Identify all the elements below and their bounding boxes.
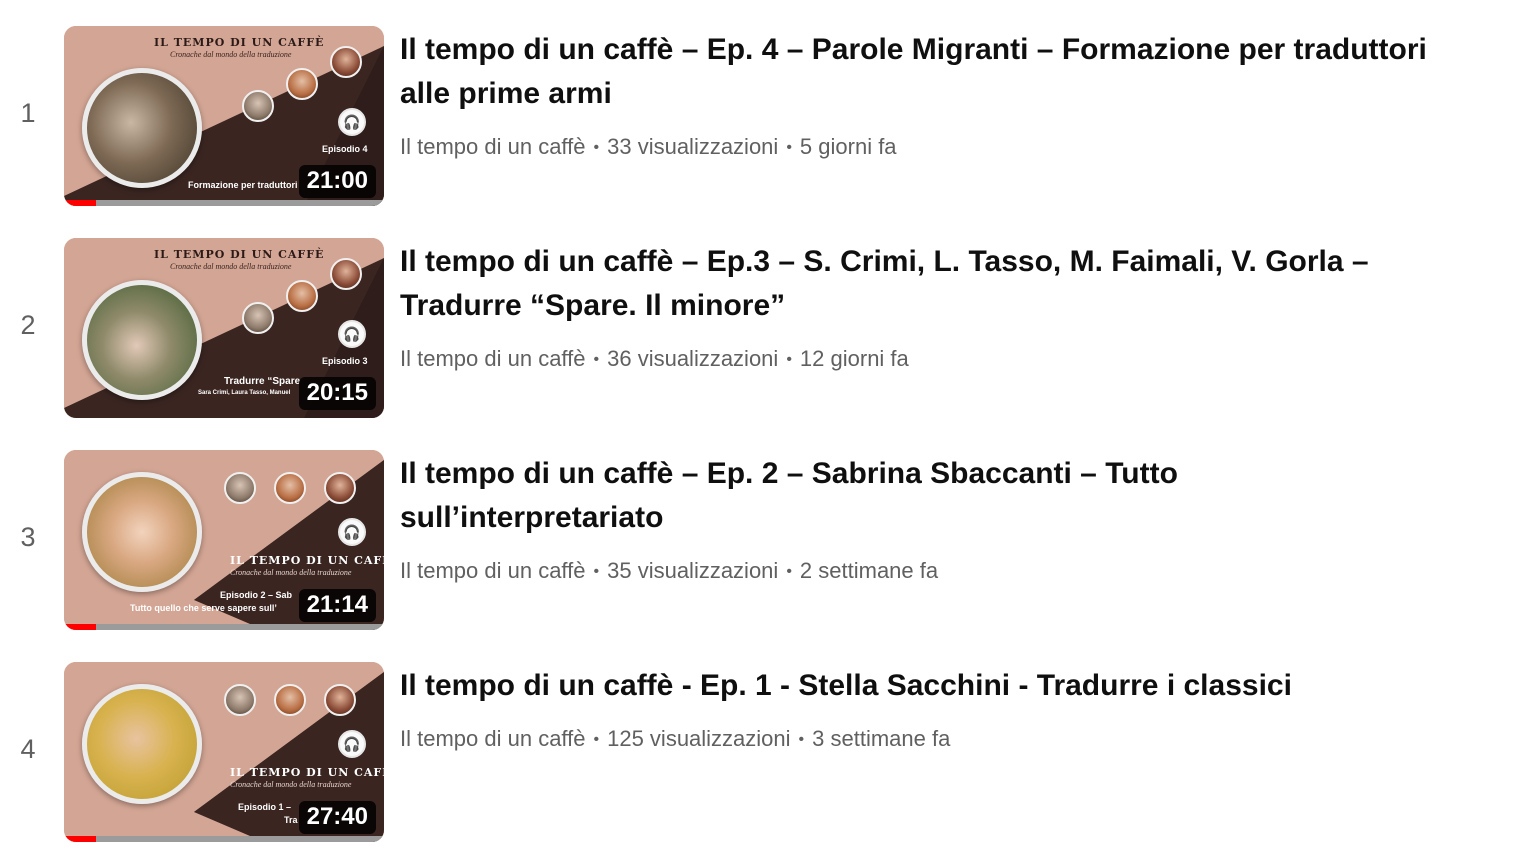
view-count: 36 visualizzazioni [607,346,779,371]
video-title[interactable]: Il tempo di un caffè - Ep. 1 - Stella Sa… [400,664,1480,708]
channel-name[interactable]: Il tempo di un caffè [400,558,586,583]
separator-dot: • [593,351,600,368]
video-title[interactable]: Il tempo di un caffè – Ep. 4 – Parole Mi… [400,28,1480,116]
separator-dot: • [593,731,600,748]
video-thumbnail[interactable]: IL TEMPO DI UN CAFFÈ Cronache dal mondo … [64,238,384,418]
host-avatar [274,472,306,504]
watch-progress-bar [64,836,384,842]
watch-progress-fill [64,200,96,206]
upload-age: 2 settimane fa [799,558,939,583]
thumbnail-caption: Formazione per traduttori [188,180,298,190]
video-metadata: Il tempo di un caffè • 125 visualizzazioni… [400,726,950,752]
host-avatar [330,46,362,78]
watch-progress-bar [64,200,384,206]
watch-progress-fill [64,624,96,630]
playlist-item-4[interactable]: 4 🎧 IL TEMPO DI UN CAFFÈ Cronache dal mo… [0,662,1518,842]
channel-name[interactable]: Il tempo di un caffè [400,134,586,159]
video-duration: 21:00 [298,164,376,198]
thumbnail-episode: Episodio 4 [322,144,368,154]
guest-photo [82,280,202,400]
thumbnail-caption-guests: Sara Crimi, Laura Tasso, Manuel [198,390,291,396]
channel-name[interactable]: Il tempo di un caffè [400,346,586,371]
item-index: 1 [20,98,36,128]
guest-photo [82,684,202,804]
video-duration: 27:40 [298,800,376,834]
playlist-item-3[interactable]: 3 🎧 IL TEMPO DI UN CAFFÈ Cronache dal mo… [0,450,1518,630]
thumbnail-brand-subtitle: Cronache dal mondo della traduzione [230,568,352,577]
playlist-item-2[interactable]: 2 IL TEMPO DI UN CAFFÈ Cronache dal mond… [0,238,1518,418]
thumbnail-brand-subtitle: Cronache dal mondo della traduzione [170,262,292,271]
host-avatar [224,684,256,716]
thumbnail-brand: IL TEMPO DI UN CAFFÈ [230,554,384,567]
video-title[interactable]: Il tempo di un caffè – Ep. 2 – Sabrina S… [400,452,1220,540]
video-thumbnail[interactable]: IL TEMPO DI UN CAFFÈ Cronache dal mondo … [64,26,384,206]
video-title[interactable]: Il tempo di un caffè – Ep.3 – S. Crimi, … [400,240,1480,328]
video-thumbnail[interactable]: 🎧 IL TEMPO DI UN CAFFÈ Cronache dal mond… [64,662,384,842]
host-avatar [274,684,306,716]
view-count: 35 visualizzazioni [607,558,779,583]
thumbnail-brand: IL TEMPO DI UN CAFFÈ [230,766,384,779]
upload-age: 5 giorni fa [799,134,897,159]
thumbnail-brand-subtitle: Cronache dal mondo della traduzione [170,50,292,59]
upload-age: 3 settimane fa [812,726,951,751]
podcast-icon: 🎧 [338,730,366,758]
thumbnail-episode: Episodio 3 [322,356,368,366]
item-index: 2 [20,310,36,340]
host-avatar [330,258,362,290]
separator-dot: • [786,139,792,156]
upload-age: 12 giorni fa [799,346,909,371]
watch-progress-fill [64,836,96,842]
thumbnail-brand: IL TEMPO DI UN CAFFÈ [154,248,325,261]
host-avatar [286,68,318,100]
separator-dot: • [786,351,792,368]
separator-dot: • [593,563,600,580]
podcast-icon: 🎧 [338,518,366,546]
thumbnail-caption: Tutto quello che serve sapere sull’ [130,603,277,613]
host-avatar [324,684,356,716]
item-index: 4 [20,734,36,764]
item-index: 3 [20,522,36,552]
video-duration: 20:15 [298,376,376,410]
thumbnail-episode: Episodio 2 – Sab [220,590,293,600]
separator-dot: • [593,139,600,156]
thumbnail-caption: Tradurre “Spare [224,376,301,387]
video-duration: 21:14 [298,588,376,622]
podcast-icon: 🎧 [338,108,366,136]
host-avatar [324,472,356,504]
video-metadata: Il tempo di un caffè • 36 visualizzazioni •… [400,346,909,372]
channel-name[interactable]: Il tempo di un caffè [400,726,586,751]
video-thumbnail[interactable]: 🎧 IL TEMPO DI UN CAFFÈ Cronache dal mond… [64,450,384,630]
host-avatar [242,302,274,334]
view-count: 33 visualizzazioni [607,134,779,159]
guest-photo [82,68,202,188]
thumbnail-caption: Tra [284,815,298,825]
podcast-icon: 🎧 [338,320,366,348]
thumbnail-brand: IL TEMPO DI UN CAFFÈ [154,36,325,49]
host-avatar [224,472,256,504]
separator-dot: • [798,731,805,748]
separator-dot: • [786,563,792,580]
playlist-item-1[interactable]: 1 IL TEMPO DI UN CAFFÈ Cronache dal mond… [0,26,1518,206]
thumbnail-episode: Episodio 1 – [238,802,292,812]
host-avatar [286,280,318,312]
watch-progress-bar [64,624,384,630]
view-count: 125 visualizzazioni [607,726,791,751]
guest-photo [82,472,202,592]
video-metadata: Il tempo di un caffè • 35 visualizzazioni •… [400,558,938,584]
thumbnail-brand-subtitle: Cronache dal mondo della traduzione [230,780,352,789]
host-avatar [242,90,274,122]
video-metadata: Il tempo di un caffè • 33 visualizzazioni •… [400,134,897,160]
